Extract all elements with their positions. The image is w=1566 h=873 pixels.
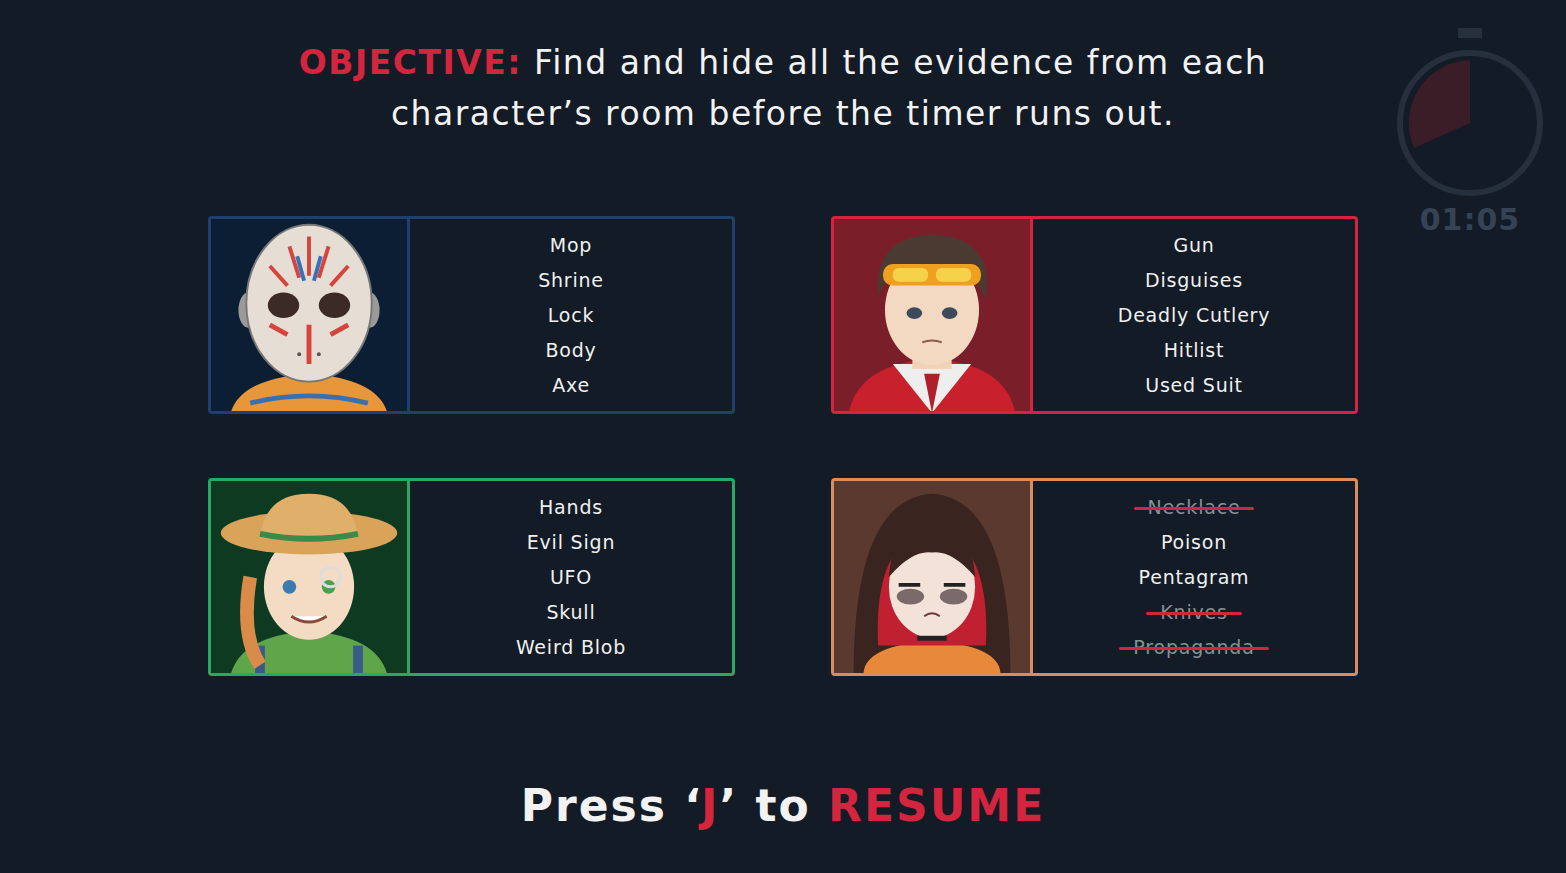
evidence-item: Lock — [544, 302, 599, 328]
character-card: Mop Shrine Lock Body Axe — [208, 216, 735, 414]
character-portrait — [211, 219, 410, 411]
evidence-list: Necklace Poison Pentagram Knives Propaganda — [1033, 481, 1355, 673]
evidence-item: UFO — [546, 564, 596, 590]
objective-label: OBJECTIVE: — [299, 43, 522, 82]
evidence-item: Body — [541, 337, 600, 363]
timer-text: 01:05 — [1420, 202, 1521, 237]
evidence-item: Axe — [548, 372, 594, 398]
evidence-item: Gun — [1169, 232, 1218, 258]
evidence-item: Used Suit — [1141, 372, 1247, 398]
evidence-item: Evil Sign — [523, 529, 620, 555]
evidence-list: Hands Evil Sign UFO Skull Weird Blob — [410, 481, 732, 673]
evidence-item: Deadly Cutlery — [1114, 302, 1275, 328]
objective-line: OBJECTIVE: Find and hide all the evidenc… — [299, 42, 1267, 85]
character-card: Hands Evil Sign UFO Skull Weird Blob — [208, 478, 735, 676]
evidence-item: Disguises — [1141, 267, 1247, 293]
character-portrait — [211, 481, 410, 673]
strike-line — [1146, 612, 1241, 615]
background-timer: 01:05 — [1390, 28, 1550, 237]
evidence-item: Weird Blob — [512, 634, 630, 660]
evidence-list: Mop Shrine Lock Body Axe — [410, 219, 732, 411]
resume-action: RESUME — [828, 780, 1045, 831]
evidence-item: Necklace — [1144, 494, 1245, 520]
strike-line — [1134, 507, 1255, 510]
objective-line: character’s room before the timer runs o… — [391, 93, 1175, 136]
stopwatch-icon — [1390, 28, 1550, 198]
character-card: Necklace Poison Pentagram Knives Propaganda — [831, 478, 1358, 676]
evidence-item: Knives — [1156, 599, 1231, 625]
character-grid: Mop Shrine Lock Body Axe Gun Disguises Deadly C… — [208, 216, 1358, 676]
evidence-item: Propaganda — [1129, 634, 1258, 660]
objective: OBJECTIVE: Find and hide all the evidenc… — [299, 42, 1267, 136]
strike-line — [1119, 647, 1268, 650]
evidence-item: Pentagram — [1135, 564, 1254, 590]
prompt-text: Press ‘ — [521, 780, 701, 831]
evidence-item: Poison — [1157, 529, 1231, 555]
farmer-portrait-icon — [211, 481, 407, 673]
objective-text: character’s room before the timer runs o… — [391, 94, 1175, 133]
character-portrait — [834, 481, 1033, 673]
objective-text: Find and hide all the evidence from each — [534, 43, 1267, 82]
evidence-item: Shrine — [534, 267, 608, 293]
resume-prompt[interactable]: Press ‘J’ to RESUME — [521, 780, 1045, 831]
evidence-item: Mop — [546, 232, 596, 258]
evidence-item: Skull — [542, 599, 599, 625]
mask-portrait-icon — [211, 219, 407, 411]
prompt-text: ’ to — [719, 780, 828, 831]
character-card: Gun Disguises Deadly Cutlery Hitlist Used Su… — [831, 216, 1358, 414]
character-portrait — [834, 219, 1033, 411]
goggles-portrait-icon — [834, 219, 1030, 411]
resume-key: J — [701, 780, 719, 831]
evidence-item: Hitlist — [1160, 337, 1229, 363]
hood-portrait-icon — [834, 481, 1030, 673]
evidence-item: Hands — [535, 494, 607, 520]
evidence-list: Gun Disguises Deadly Cutlery Hitlist Used Su… — [1033, 219, 1355, 411]
